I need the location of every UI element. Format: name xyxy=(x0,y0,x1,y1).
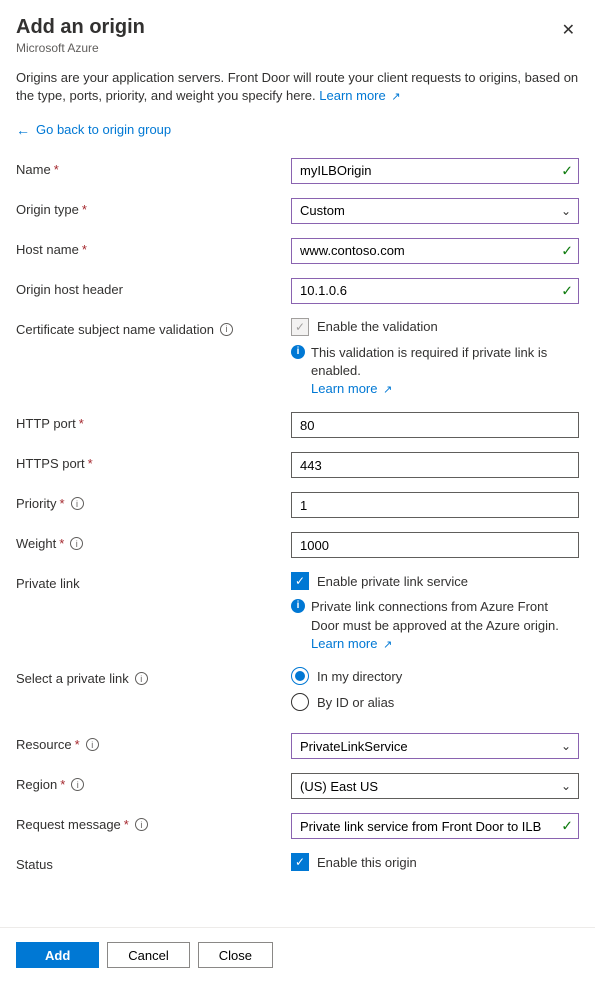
origin-type-label: Origin type xyxy=(16,202,79,217)
radio-in-directory[interactable]: In my directory xyxy=(291,667,579,685)
select-pl-label: Select a private link xyxy=(16,671,129,686)
panel-title: Add an origin xyxy=(16,16,145,39)
name-input[interactable] xyxy=(291,158,579,184)
resource-label: Resource xyxy=(16,737,72,752)
request-msg-input[interactable] xyxy=(291,813,579,839)
region-select[interactable] xyxy=(291,773,579,799)
panel-subtitle: Microsoft Azure xyxy=(16,41,145,55)
info-icon[interactable]: i xyxy=(135,818,148,831)
resource-select[interactable] xyxy=(291,733,579,759)
add-button[interactable]: Add xyxy=(16,942,99,968)
cert-validation-label: Certificate subject name validation xyxy=(16,322,214,337)
cancel-button[interactable]: Cancel xyxy=(107,942,189,968)
back-arrow-icon: ← xyxy=(16,122,30,138)
pl-learn-more-link[interactable]: Learn more ↗ xyxy=(311,636,392,651)
info-icon[interactable]: i xyxy=(220,323,233,336)
info-circle-icon: i xyxy=(291,345,305,359)
external-link-icon: ↗ xyxy=(391,90,400,105)
external-link-icon: ↗ xyxy=(383,383,392,398)
private-link-label: Private link xyxy=(16,576,80,591)
info-circle-icon: i xyxy=(291,599,305,613)
status-checkbox-label: Enable this origin xyxy=(317,855,417,870)
request-msg-label: Request message xyxy=(16,817,121,832)
name-label: Name xyxy=(16,162,51,177)
cert-validation-checkbox[interactable]: ✓ xyxy=(291,318,309,336)
learn-more-link[interactable]: Learn more ↗ xyxy=(319,88,400,103)
cert-validation-checkbox-label: Enable the validation xyxy=(317,319,438,334)
https-port-input[interactable] xyxy=(291,452,579,478)
private-link-checkbox-label: Enable private link service xyxy=(317,574,468,589)
origin-host-header-input[interactable] xyxy=(291,278,579,304)
close-button[interactable]: Close xyxy=(198,942,273,968)
host-name-input[interactable] xyxy=(291,238,579,264)
status-label: Status xyxy=(16,857,53,872)
intro-text: Origins are your application servers. Fr… xyxy=(16,69,579,106)
info-icon[interactable]: i xyxy=(71,778,84,791)
status-checkbox[interactable]: ✓ xyxy=(291,853,309,871)
http-port-label: HTTP port xyxy=(16,416,76,431)
info-icon[interactable]: i xyxy=(135,672,148,685)
info-icon[interactable]: i xyxy=(71,497,84,510)
origin-type-select[interactable] xyxy=(291,198,579,224)
region-label: Region xyxy=(16,777,57,792)
priority-input[interactable] xyxy=(291,492,579,518)
weight-input[interactable] xyxy=(291,532,579,558)
radio-by-id[interactable]: By ID or alias xyxy=(291,693,579,711)
weight-label: Weight xyxy=(16,536,56,551)
close-icon[interactable]: ✕ xyxy=(558,16,579,44)
priority-label: Priority xyxy=(16,496,56,511)
origin-host-header-label: Origin host header xyxy=(16,282,123,297)
info-icon[interactable]: i xyxy=(86,738,99,751)
external-link-icon: ↗ xyxy=(383,638,392,653)
info-icon[interactable]: i xyxy=(70,537,83,550)
cert-learn-more-link[interactable]: Learn more ↗ xyxy=(311,381,392,396)
back-link[interactable]: Go back to origin group xyxy=(36,122,171,137)
host-name-label: Host name xyxy=(16,242,79,257)
https-port-label: HTTPS port xyxy=(16,456,85,471)
private-link-checkbox[interactable]: ✓ xyxy=(291,572,309,590)
http-port-input[interactable] xyxy=(291,412,579,438)
